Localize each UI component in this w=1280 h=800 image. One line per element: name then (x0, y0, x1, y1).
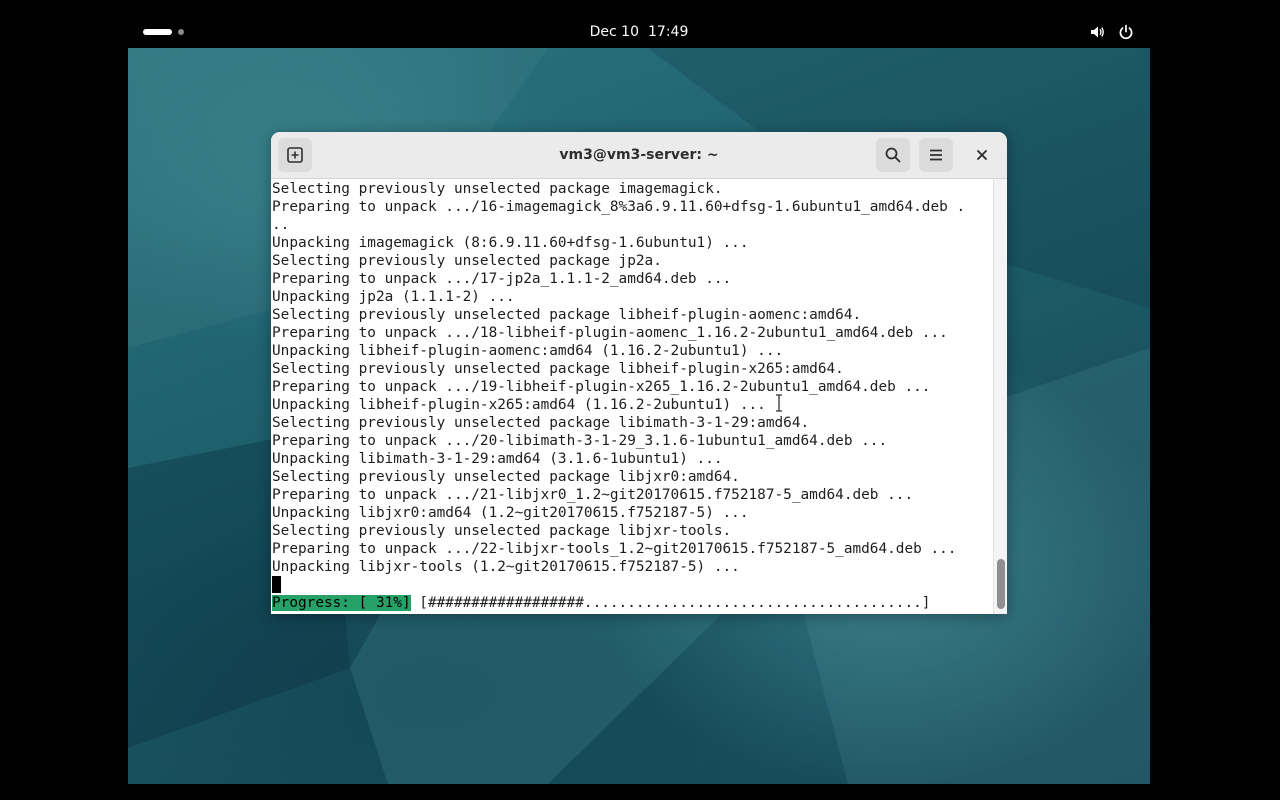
new-tab-button[interactable] (278, 138, 312, 172)
terminal-line: Unpacking jp2a (1.1.1-2) ... (272, 289, 515, 305)
terminal-line: Preparing to unpack .../16-imagemagick_8… (272, 199, 966, 215)
menu-icon (930, 149, 942, 161)
power-icon[interactable] (1118, 24, 1134, 40)
terminal-line: Unpacking libjxr-tools (1.2~git20170615.… (272, 559, 740, 575)
terminal-line: Preparing to unpack .../20-libimath-3-1-… (272, 433, 888, 449)
terminal-line: Preparing to unpack .../22-libjxr-tools_… (272, 541, 957, 557)
terminal-line: Preparing to unpack .../18-libheif-plugi… (272, 325, 948, 341)
terminal-line: Preparing to unpack .../19-libheif-plugi… (272, 379, 931, 395)
terminal-line: Unpacking imagemagick (8:6.9.11.60+dfsg-… (272, 235, 749, 251)
terminal-line: .. (272, 217, 290, 233)
terminal-line: Unpacking libimath-3-1-29:amd64 (3.1.6-1… (272, 451, 723, 467)
terminal-line: Selecting previously unselected package … (272, 415, 810, 431)
close-button[interactable] (967, 140, 997, 170)
terminal-line: Selecting previously unselected package … (272, 253, 662, 269)
search-icon (885, 147, 901, 163)
terminal-line: Preparing to unpack .../21-libjxr0_1.2~g… (272, 487, 914, 503)
terminal-output-area[interactable]: Selecting previously unselected package … (271, 179, 1007, 614)
volume-icon[interactable] (1089, 24, 1105, 40)
scrollbar-thumb[interactable] (997, 559, 1005, 609)
terminal-line: Unpacking libheif-plugin-aomenc:amd64 (1… (272, 343, 784, 359)
terminal-line: Selecting previously unselected package … (272, 523, 732, 539)
workspace-dot-indicator[interactable] (178, 29, 184, 35)
desktop-screen: Dec 10 17:49 vm3@vm3-server: ~ Selecting… (128, 16, 1150, 784)
terminal-line: Preparing to unpack .../17-jp2a_1.1.1-2_… (272, 271, 732, 287)
close-icon (977, 150, 987, 160)
terminal-window[interactable]: vm3@vm3-server: ~ Selecting previously u… (271, 132, 1007, 614)
terminal-cursor-line (272, 576, 994, 594)
terminal-line: Selecting previously unselected package … (272, 181, 723, 197)
clock-time: 17:49 (648, 24, 689, 40)
terminal-line: Selecting previously unselected package … (272, 307, 862, 323)
window-headerbar[interactable]: vm3@vm3-server: ~ (271, 132, 1007, 179)
clock[interactable]: Dec 10 17:49 (539, 16, 739, 48)
terminal-line: Selecting previously unselected package … (272, 361, 844, 377)
progress-bar-text: [##################.....................… (410, 595, 931, 611)
terminal-line: Unpacking libjxr0:amd64 (1.2~git20170615… (272, 505, 749, 521)
new-tab-icon (287, 147, 303, 163)
progress-row: Progress: [ 31%] [##################....… (272, 594, 994, 612)
progress-label: Progress: [ 31%] (272, 595, 411, 611)
terminal-line: Selecting previously unselected package … (272, 469, 740, 485)
text-cursor-icon (776, 394, 782, 412)
clock-date: Dec 10 (589, 24, 639, 40)
window-title: vm3@vm3-server: ~ (559, 147, 719, 163)
terminal-scrollbar[interactable] (993, 179, 1007, 614)
search-button[interactable] (876, 138, 910, 172)
menu-button[interactable] (919, 138, 953, 172)
activities-indicator[interactable] (143, 29, 172, 35)
terminal-text: Selecting previously unselected package … (272, 180, 994, 612)
top-bar: Dec 10 17:49 (128, 16, 1150, 48)
terminal-line: Unpacking libheif-plugin-x265:amd64 (1.1… (272, 397, 766, 413)
terminal-cursor (272, 576, 281, 593)
